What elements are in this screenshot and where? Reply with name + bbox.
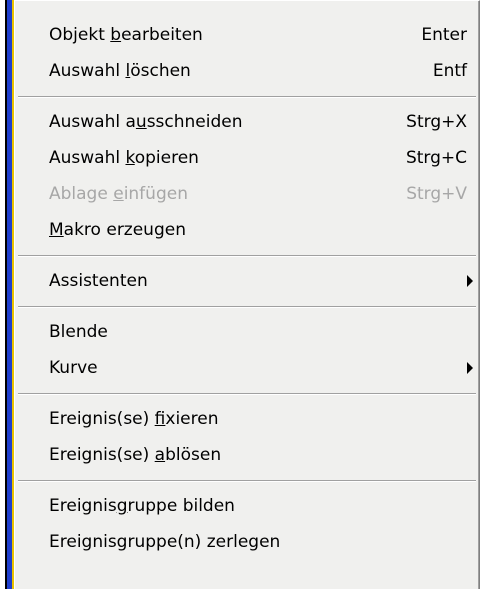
menu-item-auswahl-ausschneiden[interactable]: Auswahl ausschneiden Strg+X [15, 104, 479, 140]
menu-item-assistenten[interactable]: Assistenten [15, 263, 479, 299]
menu-item-label: Ereignisgruppe(n) zerlegen [49, 532, 281, 552]
submenu-arrow-icon [467, 362, 473, 374]
menu-item-auswahl-kopieren[interactable]: Auswahl kopieren Strg+C [15, 140, 479, 176]
menu-item-label: Auswahl ausschneiden [49, 112, 243, 132]
menu-item-shortcut: Entf [432, 61, 467, 81]
menu-item-makro-erzeugen[interactable]: Makro erzeugen [15, 212, 479, 248]
menu-item-ereignisse-fixieren[interactable]: Ereignis(se) fixieren [15, 401, 479, 437]
menu-item-label: Ereignis(se) fixieren [49, 409, 219, 429]
menu-separator [15, 89, 479, 104]
menu-item-shortcut: Strg+V [406, 184, 467, 204]
menu-item-ablage-einfuegen: Ablage einfügen Strg+V [15, 176, 479, 212]
menu-item-shortcut: Enter [421, 25, 467, 45]
menu-item-ereignisgruppen-zerlegen[interactable]: Ereignisgruppe(n) zerlegen [15, 524, 479, 560]
menu-item-label: Objekt bearbeiten [49, 25, 203, 45]
menu-item-label: Ereignisgruppe bilden [49, 496, 235, 516]
menu-item-label: Makro erzeugen [49, 220, 186, 240]
menu-separator [15, 386, 479, 401]
menu-item-label: Blende [49, 322, 108, 342]
menu-item-label: Kurve [49, 358, 98, 378]
menu-item-ereignisse-abloesen[interactable]: Ereignis(se) ablösen [15, 437, 479, 473]
menu-item-kurve[interactable]: Kurve [15, 350, 479, 386]
window-border [0, 0, 14, 589]
menu-item-label: Assistenten [49, 271, 148, 291]
context-menu: Objekt bearbeiten Enter Auswahl löschen … [14, 0, 480, 589]
menu-separator [15, 248, 479, 263]
submenu-arrow-icon [467, 275, 473, 287]
menu-separator [15, 473, 479, 488]
menu-item-auswahl-loeschen[interactable]: Auswahl löschen Entf [15, 53, 479, 89]
menu-item-label: Auswahl kopieren [49, 148, 199, 168]
menu-item-objekt-bearbeiten[interactable]: Objekt bearbeiten Enter [15, 17, 479, 53]
menu-item-shortcut: Strg+X [406, 112, 467, 132]
menu-item-label: Auswahl löschen [49, 61, 191, 81]
menu-top-padding [15, 1, 479, 17]
menu-item-blende[interactable]: Blende [15, 314, 479, 350]
menu-item-ereignisgruppe-bilden[interactable]: Ereignisgruppe bilden [15, 488, 479, 524]
menu-item-shortcut: Strg+C [405, 148, 467, 168]
menu-item-label: Ablage einfügen [49, 184, 188, 204]
background-right-edge [480, 0, 486, 589]
menu-item-label: Ereignis(se) ablösen [49, 445, 222, 465]
menu-separator [15, 299, 479, 314]
